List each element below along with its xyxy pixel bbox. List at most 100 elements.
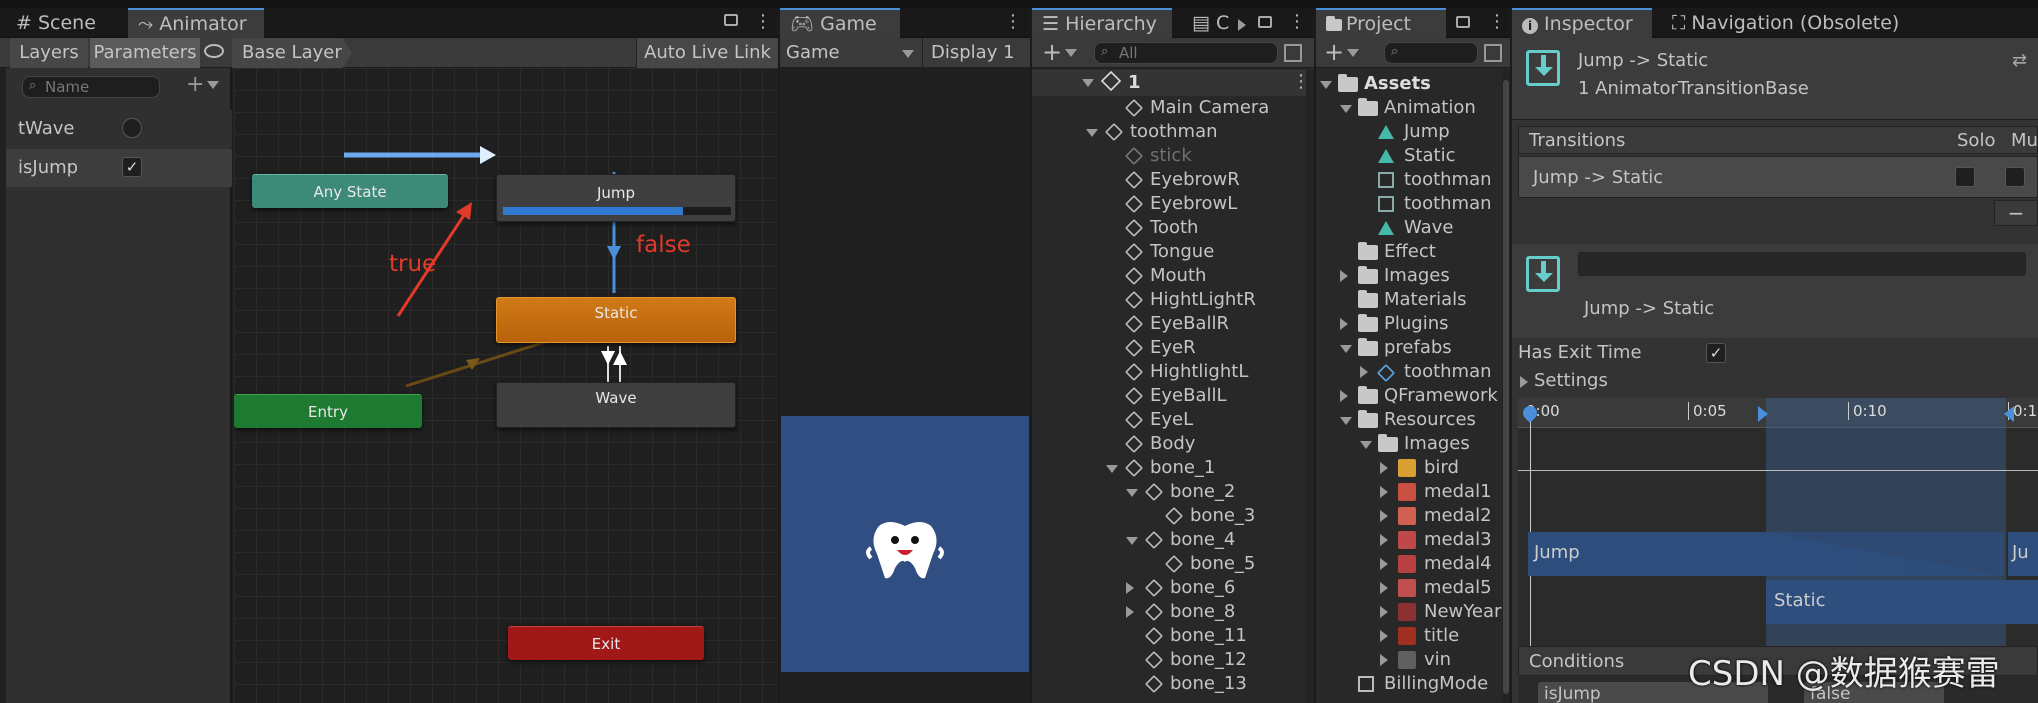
lock-icon[interactable] — [724, 14, 738, 26]
chevron-right-icon[interactable] — [1380, 606, 1388, 618]
project-item[interactable]: QFramework — [1316, 384, 1502, 408]
bool-checkbox[interactable]: ✓ — [122, 157, 142, 177]
hierarchy-item[interactable]: bone_13 — [1032, 672, 1306, 696]
lock-icon[interactable] — [1258, 16, 1272, 28]
more-menu-icon[interactable]: ⋮ — [754, 12, 772, 32]
project-scrollbar[interactable] — [1502, 70, 1510, 703]
hierarchy-item[interactable]: EyeBallR — [1032, 312, 1306, 336]
state-jump[interactable]: Jump — [496, 174, 736, 222]
breadcrumb[interactable]: Base Layer — [232, 38, 352, 68]
project-item[interactable]: prefabs — [1316, 336, 1502, 360]
settings-slider-icon[interactable]: ⇄ — [2012, 50, 2027, 71]
project-item[interactable]: Plugins — [1316, 312, 1502, 336]
transition-row[interactable]: Jump -> Static — [1518, 156, 2038, 198]
tab-animator[interactable]: ⤳ Animator — [128, 8, 264, 38]
chevron-right-icon[interactable] — [1380, 486, 1388, 498]
hierarchy-item[interactable]: HightLightR — [1032, 288, 1306, 312]
solo-checkbox[interactable] — [1955, 167, 1975, 187]
project-item[interactable]: toothman — [1316, 192, 1502, 216]
chevron-down-icon[interactable] — [1086, 129, 1098, 137]
chevron-down-icon[interactable] — [1106, 465, 1118, 473]
tab-console[interactable]: ▤ C — [1182, 8, 1239, 38]
project-item[interactable]: title — [1316, 624, 1502, 648]
project-item[interactable]: bird — [1316, 456, 1502, 480]
layers-tab[interactable]: Layers — [10, 38, 88, 68]
tab-hierarchy[interactable]: ☰ Hierarchy — [1032, 8, 1172, 38]
hierarchy-item[interactable]: EyeL — [1032, 408, 1306, 432]
hierarchy-item[interactable]: EyeBallL — [1032, 384, 1306, 408]
state-graph[interactable]: Any State Jump Static Entry Wave Exit tr… — [234, 68, 778, 703]
hierarchy-item[interactable]: EyeR — [1032, 336, 1306, 360]
project-item[interactable]: vin — [1316, 648, 1502, 672]
tab-inspector[interactable]: i Inspector — [1512, 8, 1652, 38]
project-item[interactable]: Assets — [1316, 72, 1502, 96]
auto-live-link-button[interactable]: Auto Live Link — [636, 38, 778, 68]
state-entry[interactable]: Entry — [234, 394, 422, 428]
project-item[interactable]: Effect — [1316, 240, 1502, 264]
project-item[interactable]: toothman — [1316, 360, 1502, 384]
chevron-down-icon[interactable] — [1340, 105, 1352, 113]
state-any-state[interactable]: Any State — [252, 174, 448, 208]
trigger-radio[interactable] — [122, 118, 142, 138]
chevron-down-icon[interactable] — [1126, 489, 1138, 497]
display-dropdown[interactable]: Display 1 — [922, 38, 1030, 68]
project-item[interactable]: toothman — [1316, 168, 1502, 192]
scene-menu-icon[interactable]: ⋮ — [1292, 72, 1310, 92]
hierarchy-item[interactable]: HightlightL — [1032, 360, 1306, 384]
scene-search-icon[interactable] — [1284, 44, 1302, 62]
create-button[interactable]: + — [1042, 40, 1078, 64]
blend-end-marker-icon[interactable] — [2004, 406, 2014, 422]
chevron-right-icon[interactable] — [1380, 558, 1388, 570]
tab-scene[interactable]: # Scene — [6, 8, 106, 38]
hierarchy-item[interactable]: bone_1 — [1032, 456, 1306, 480]
hierarchy-item[interactable]: Main Camera — [1032, 96, 1306, 120]
project-item[interactable]: Materials — [1316, 288, 1502, 312]
project-item[interactable]: medal5 — [1316, 576, 1502, 600]
project-item[interactable]: medal3 — [1316, 528, 1502, 552]
create-asset-button[interactable]: + — [1324, 40, 1360, 64]
chevron-right-icon[interactable] — [1380, 654, 1388, 666]
project-item[interactable]: BillingMode — [1316, 672, 1502, 696]
hierarchy-item[interactable]: toothman — [1032, 120, 1306, 144]
hierarchy-scrollbar[interactable] — [1306, 70, 1314, 703]
parameters-tab[interactable]: Parameters — [90, 38, 200, 68]
tab-project[interactable]: Project — [1316, 8, 1446, 38]
chevron-right-icon[interactable] — [1340, 318, 1348, 330]
project-item[interactable]: Wave — [1316, 216, 1502, 240]
more-menu-icon[interactable]: ⋮ — [1288, 12, 1306, 32]
chevron-down-icon[interactable] — [1340, 345, 1352, 353]
hierarchy-item[interactable]: bone_2 — [1032, 480, 1306, 504]
scene-header-row[interactable]: 1 ⋮ — [1032, 70, 1314, 96]
transition-name-field[interactable] — [1578, 252, 2026, 276]
chevron-right-icon[interactable] — [1126, 582, 1134, 594]
has-exit-time-row[interactable]: Has Exit Time ✓ — [1512, 338, 2038, 368]
hierarchy-item[interactable]: bone_12 — [1032, 648, 1306, 672]
hierarchy-item[interactable]: bone_11 — [1032, 624, 1306, 648]
game-view-dropdown[interactable]: Game — [786, 38, 918, 68]
project-search-field[interactable]: ⌕ — [1384, 42, 1478, 64]
chevron-right-icon[interactable] — [1360, 366, 1368, 378]
chevron-right-icon[interactable] — [1126, 606, 1134, 618]
remove-transition-button[interactable]: − — [1994, 200, 2038, 226]
blend-start-marker-icon[interactable] — [1758, 406, 1768, 422]
param-search-field[interactable]: ⌕ Name — [22, 76, 160, 98]
hierarchy-item[interactable]: Body — [1032, 432, 1306, 456]
settings-foldout[interactable]: Settings — [1518, 368, 1718, 396]
hierarchy-item[interactable]: EyebrowL — [1032, 192, 1306, 216]
param-row-isjump[interactable]: isJump ✓ — [6, 149, 232, 187]
hierarchy-item[interactable]: stick — [1032, 144, 1306, 168]
has-exit-time-checkbox[interactable]: ✓ — [1706, 343, 1726, 363]
project-item[interactable]: medal1 — [1316, 480, 1502, 504]
project-item[interactable]: NewYear — [1316, 600, 1502, 624]
entry-to-static-line[interactable] — [405, 334, 565, 388]
project-item[interactable]: Static — [1316, 144, 1502, 168]
hierarchy-item[interactable]: bone_4 — [1032, 528, 1306, 552]
tab-overflow-icon[interactable] — [1238, 14, 1246, 35]
chevron-right-icon[interactable] — [1380, 534, 1388, 546]
state-wave[interactable]: Wave — [496, 382, 736, 428]
tab-game[interactable]: 🎮︎ Game — [780, 8, 900, 38]
project-item[interactable]: Images — [1316, 264, 1502, 288]
hierarchy-item[interactable]: EyebrowR — [1032, 168, 1306, 192]
add-param-button[interactable]: + — [186, 74, 220, 96]
chevron-right-icon[interactable] — [1380, 582, 1388, 594]
